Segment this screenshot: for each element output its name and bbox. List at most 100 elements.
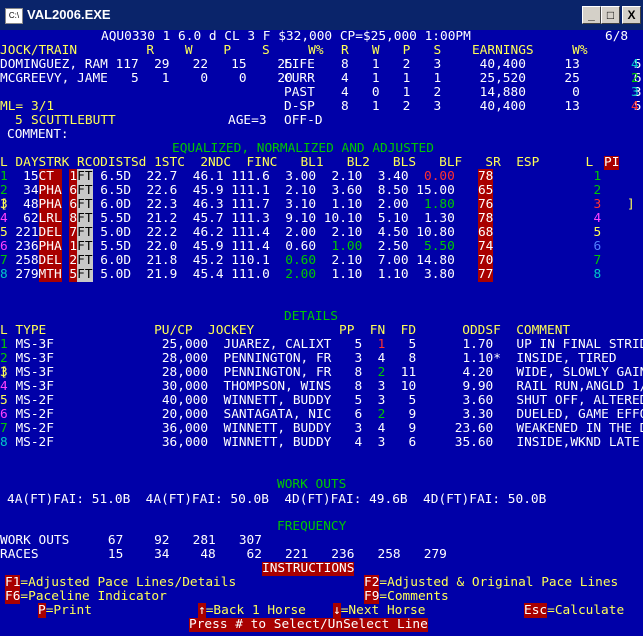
print-instruction[interactable]: P=Print	[38, 603, 92, 618]
days: 34	[7, 183, 39, 198]
first-call: 21.2	[146, 211, 178, 226]
maximize-button[interactable]: □	[601, 6, 620, 24]
days: 62	[7, 211, 39, 226]
selected-marker: [	[0, 365, 8, 380]
line-ref: 4	[593, 211, 602, 226]
line-number: 2	[0, 351, 8, 366]
surface: FT	[77, 253, 93, 268]
f9-key[interactable]: F9	[364, 589, 380, 604]
close-button[interactable]: X	[622, 6, 641, 24]
field-size: 10	[400, 379, 417, 394]
beaten-lengths-stretch: 2.50	[370, 239, 409, 254]
equalized-row[interactable]: 1 15CT 1FT 6.5D 22.7 46.1 111.6 3.00 2.1…	[0, 169, 601, 184]
details-row[interactable]: 4 MS-3F 30,000 THOMPSON, WINS 8 3 10 9.9…	[0, 380, 643, 394]
details-header: L TYPE PU/CP JOCKEY PP FN FD ODDSF COMME…	[0, 323, 571, 338]
details-row[interactable]: 6 MS-2F 20,000 SANTAGATA, NIC 6 2 9 3.30…	[0, 408, 643, 422]
comment: SHUT OFF, ALTERED C	[516, 393, 643, 408]
race-type: MS-2F	[15, 393, 54, 408]
equalized-row[interactable]: 7 258DEL 2FT 6.0D 21.8 45.2 110.1 0.60 2…	[0, 253, 602, 268]
speed-rating: 76	[477, 197, 494, 212]
f9-instruction[interactable]: F9=Comments	[364, 589, 449, 604]
final: 111.4	[231, 239, 270, 254]
line-number: 1	[0, 169, 8, 184]
details-row[interactable]: 5 MS-2F 40,000 WINNETT, BUDDY 5 3 5 3.60…	[0, 394, 643, 408]
field-size: 8	[400, 351, 417, 366]
track: PHA	[38, 197, 62, 212]
line-number: 5	[0, 393, 8, 408]
f1-instruction[interactable]: F1=Adjusted Pace Lines/Details	[5, 575, 236, 590]
distance: 5.5D	[92, 239, 132, 254]
equalized-row[interactable]: 2 34PHA 6FT 6.5D 22.6 45.9 111.1 2.10 3.…	[0, 183, 602, 198]
purse: 36,000	[161, 435, 209, 450]
distance: 6.0D	[92, 253, 132, 268]
line-number: 6	[0, 407, 8, 422]
second-call: 45.4	[192, 267, 224, 282]
f2-key[interactable]: F2	[364, 575, 380, 590]
details-row[interactable]: 3 MS-3F 28,000 PENNINGTON, FR 8 2 11 4.2…	[0, 366, 643, 380]
field-size: 6	[400, 435, 417, 450]
track: PHA	[38, 239, 62, 254]
comment: WIDE, SLOWLY GAINING	[516, 365, 643, 380]
post-position: 8	[354, 365, 363, 380]
r-past: 3	[631, 85, 639, 100]
select-line-instruction: Press # to Select/UnSelect Line	[189, 617, 428, 632]
post-position: 5	[354, 393, 363, 408]
down-arrow-icon[interactable]: ↓	[333, 603, 341, 618]
distance: 6.5D	[92, 169, 132, 184]
line-ref: 5	[593, 225, 602, 240]
odds: 35.60	[454, 435, 501, 450]
equalized-row[interactable]: 3 48PHA 6FT 6.0D 22.3 46.3 111.7 3.10 1.…	[0, 197, 601, 212]
up-arrow-icon[interactable]: ↑	[198, 603, 206, 618]
r-life: 4	[631, 57, 639, 72]
equalized-row[interactable]: 8 279MTH 5FT 5.0D 21.9 45.4 111.0 2.00 1…	[0, 267, 602, 282]
line-ref: 8	[593, 267, 602, 282]
back-horse-instruction[interactable]: ↑=Back 1 Horse	[198, 603, 306, 618]
details-row[interactable]: 2 MS-3F 28,000 PENNINGTON, FR 3 4 8 1.10…	[0, 352, 617, 366]
final: 111.7	[231, 197, 270, 212]
f2-instruction[interactable]: F2=Adjusted & Original Pace Lines	[364, 575, 618, 590]
post-position: 3	[354, 351, 363, 366]
track: LRL	[38, 211, 62, 226]
first-call: 22.7	[146, 169, 178, 184]
details-row[interactable]: 8 MS-2F 36,000 WINNETT, BUDDY 4 3 6 35.6…	[0, 436, 640, 450]
equalized-row[interactable]: 5 221DEL 7FT 5.0D 22.2 46.2 111.4 2.00 2…	[0, 225, 602, 240]
comment: DUELED, GAME EFFORT	[516, 407, 643, 422]
second-call: 46.2	[192, 225, 224, 240]
minimize-button[interactable]: _	[582, 6, 601, 24]
odds: 3.60	[454, 393, 501, 408]
calculate-instruction[interactable]: Esc=Calculate	[524, 603, 624, 618]
race-number: 8	[69, 211, 78, 226]
days: 236	[7, 239, 39, 254]
line-ref: 7	[593, 253, 602, 268]
surface: FT	[77, 239, 93, 254]
window-titlebar[interactable]: C:\ VAL2006.EXE _ □ X	[0, 0, 643, 30]
console-screen[interactable]: AQU0330 1 6.0 d CL 3 F $32,000 CP=$25,00…	[0, 30, 643, 636]
off-d: OFF-D	[284, 113, 323, 128]
f1-key[interactable]: F1	[5, 575, 21, 590]
label-curr: CURR	[284, 71, 315, 86]
surface: FT	[77, 225, 93, 240]
equalized-row[interactable]: 6 236PHA 1FT 5.5D 22.0 45.9 111.4 0.60 1…	[0, 239, 601, 254]
label-dsp: D-SP	[284, 99, 315, 114]
final: 111.1	[231, 183, 270, 198]
print-key[interactable]: P	[38, 603, 46, 618]
comment-label: COMMENT:	[7, 127, 69, 142]
field-size: 11	[400, 365, 417, 380]
details-row[interactable]: 1 MS-3F 25,000 JUAREZ, CALIXT 5 1 5 1.70…	[0, 338, 643, 352]
next-horse-instruction[interactable]: ↓=Next Horse	[333, 603, 425, 618]
f6-key[interactable]: F6	[5, 589, 21, 604]
line-ref: 2	[593, 183, 602, 198]
f6-instruction[interactable]: F6=Paceline Indicator	[5, 589, 167, 604]
beaten-lengths-1: 2.10	[277, 183, 317, 198]
esc-key[interactable]: Esc	[524, 603, 548, 618]
beaten-lengths-2: 3.60	[323, 183, 363, 198]
line-number: 7	[0, 421, 8, 436]
finish: 2	[377, 365, 386, 380]
jockey: SANTAGATA, NIC	[223, 407, 347, 422]
details-row[interactable]: 7 MS-2F 36,000 WINNETT, BUDDY 3 4 9 23.6…	[0, 422, 643, 436]
equalized-row[interactable]: 4 62LRL 8FT 5.5D 21.2 45.7 111.3 9.10 10…	[0, 211, 602, 226]
purse: 36,000	[161, 421, 209, 436]
first-call: 22.2	[146, 225, 178, 240]
console-app-icon[interactable]: C:\	[5, 8, 23, 24]
finish: 4	[377, 421, 386, 436]
